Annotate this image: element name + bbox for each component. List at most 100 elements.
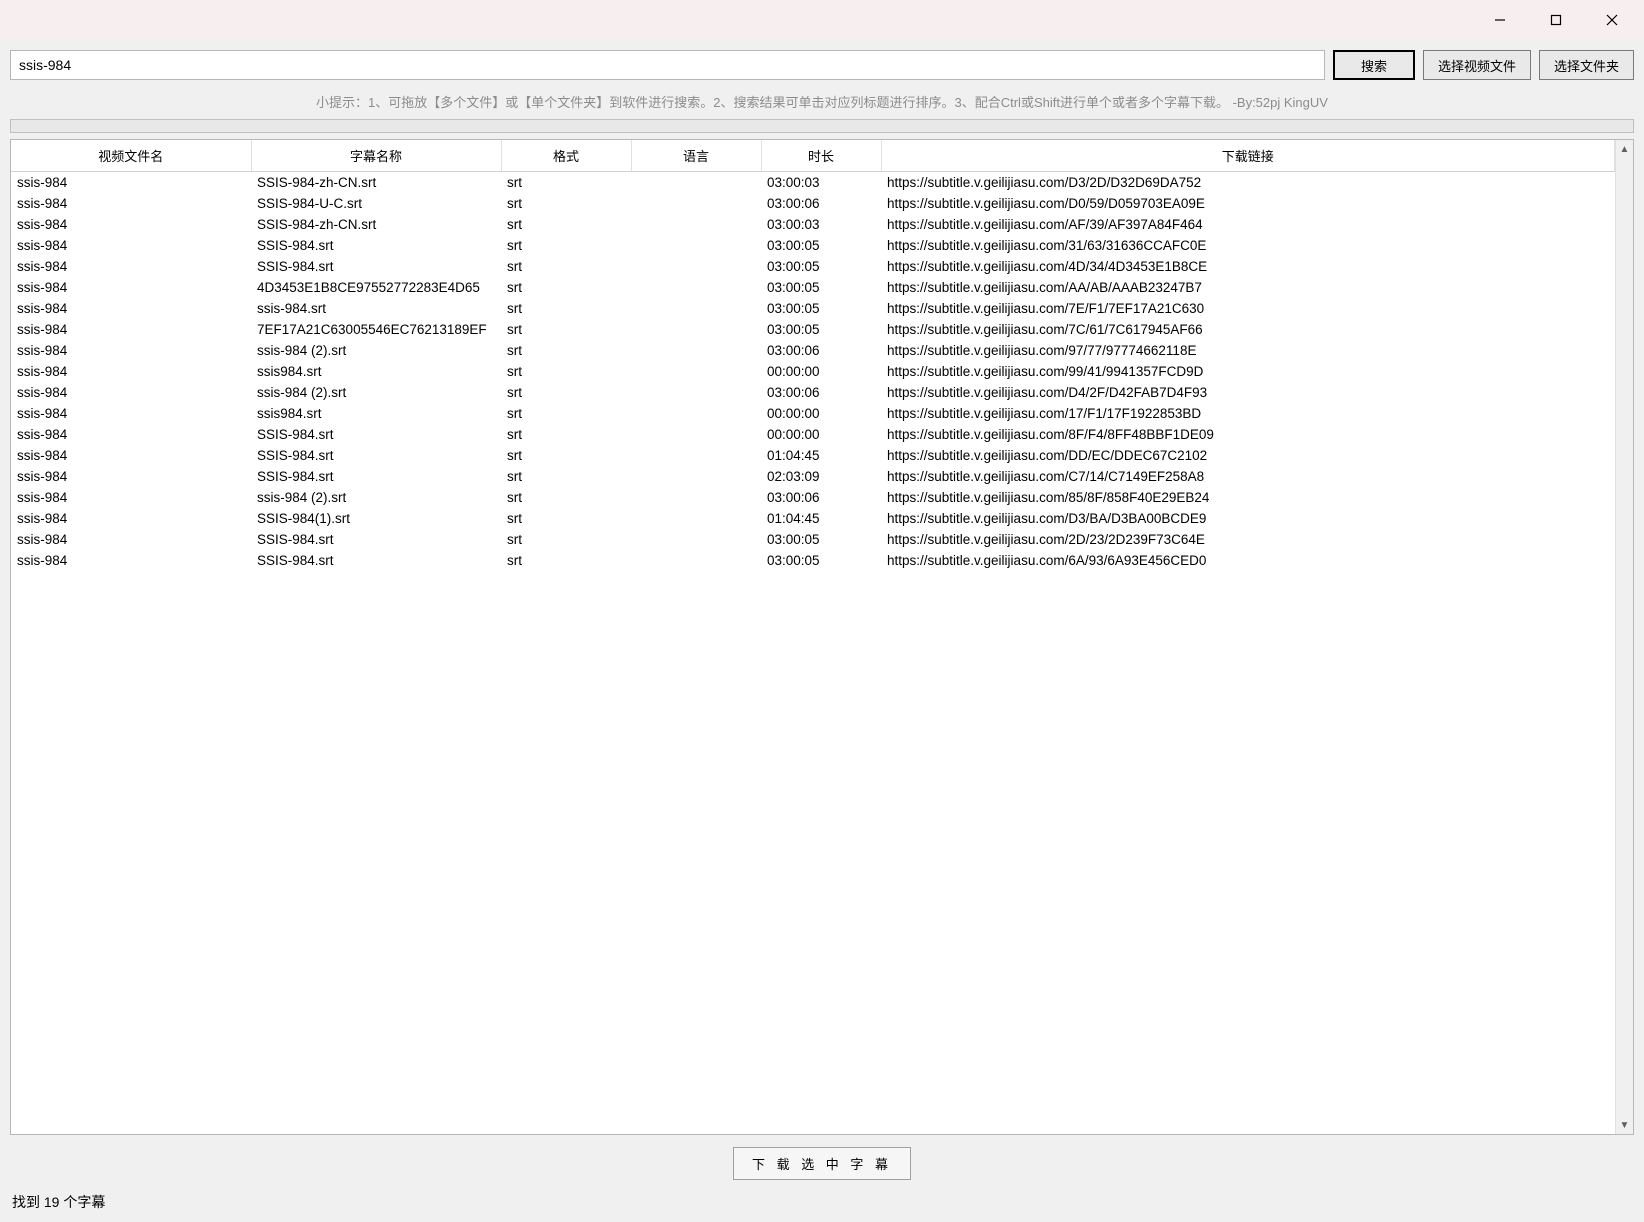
cell-link: https://subtitle.v.geilijiasu.com/6A/93/… [881,550,1615,571]
table-row[interactable]: ssis-984ssis-984.srtsrt03:00:05https://s… [11,298,1615,319]
titlebar [0,0,1644,40]
search-input[interactable] [10,50,1325,80]
header-row: 视频文件名 字幕名称 格式 语言 时长 下载链接 [11,140,1615,172]
cell-duration: 01:04:45 [761,445,881,466]
table-row[interactable]: ssis-984ssis-984 (2).srtsrt03:00:06https… [11,487,1615,508]
cell-format: srt [501,340,631,361]
vertical-scrollbar[interactable]: ▲ ▼ [1615,140,1633,1134]
table-row[interactable]: ssis-984SSIS-984.srtsrt02:03:09https://s… [11,466,1615,487]
cell-link: https://subtitle.v.geilijiasu.com/17/F1/… [881,403,1615,424]
cell-language [631,193,761,214]
cell-duration: 03:00:06 [761,487,881,508]
table-row[interactable]: ssis-984ssis-984 (2).srtsrt03:00:06https… [11,382,1615,403]
cell-duration: 00:00:00 [761,361,881,382]
table-row[interactable]: ssis-984SSIS-984.srtsrt00:00:00https://s… [11,424,1615,445]
cell-subtitle: SSIS-984.srt [251,256,501,277]
cell-link: https://subtitle.v.geilijiasu.com/2D/23/… [881,529,1615,550]
download-selected-button[interactable]: 下 载 选 中 字 幕 [733,1147,911,1180]
cell-subtitle: SSIS-984-U-C.srt [251,193,501,214]
cell-link: https://subtitle.v.geilijiasu.com/C7/14/… [881,466,1615,487]
cell-link: https://subtitle.v.geilijiasu.com/97/77/… [881,340,1615,361]
cell-link: https://subtitle.v.geilijiasu.com/85/8F/… [881,487,1615,508]
cell-language [631,235,761,256]
table-row[interactable]: ssis-984ssis984.srtsrt00:00:00https://su… [11,361,1615,382]
col-link[interactable]: 下载链接 [881,140,1615,172]
cell-duration: 03:00:06 [761,193,881,214]
col-video[interactable]: 视频文件名 [11,140,251,172]
cell-language [631,361,761,382]
search-button[interactable]: 搜索 [1333,50,1415,80]
table-row[interactable]: ssis-984SSIS-984.srtsrt03:00:05https://s… [11,550,1615,571]
cell-format: srt [501,550,631,571]
cell-duration: 00:00:00 [761,403,881,424]
cell-format: srt [501,445,631,466]
select-folder-button[interactable]: 选择文件夹 [1539,50,1634,80]
cell-subtitle: SSIS-984.srt [251,466,501,487]
scroll-down-icon[interactable]: ▼ [1616,1116,1634,1134]
cell-language [631,214,761,235]
cell-format: srt [501,193,631,214]
cell-language [631,550,761,571]
cell-format: srt [501,298,631,319]
table-row[interactable]: ssis-984ssis984.srtsrt00:00:00https://su… [11,403,1615,424]
cell-language [631,487,761,508]
cell-duration: 03:00:03 [761,172,881,194]
maximize-icon [1550,14,1562,26]
cell-video: ssis-984 [11,235,251,256]
cell-format: srt [501,466,631,487]
cell-link: https://subtitle.v.geilijiasu.com/8F/F4/… [881,424,1615,445]
cell-language [631,466,761,487]
minimize-button[interactable] [1472,2,1528,38]
table-row[interactable]: ssis-984SSIS-984(1).srtsrt01:04:45https:… [11,508,1615,529]
cell-format: srt [501,403,631,424]
table-row[interactable]: ssis-984SSIS-984.srtsrt03:00:05https://s… [11,235,1615,256]
cell-subtitle: 4D3453E1B8CE97552772283E4D65 [251,277,501,298]
table-row[interactable]: ssis-984SSIS-984.srtsrt03:00:05https://s… [11,529,1615,550]
cell-language [631,319,761,340]
col-duration[interactable]: 时长 [761,140,881,172]
cell-link: https://subtitle.v.geilijiasu.com/AF/39/… [881,214,1615,235]
cell-duration: 03:00:05 [761,277,881,298]
cell-subtitle: ssis-984 (2).srt [251,487,501,508]
cell-subtitle: SSIS-984-zh-CN.srt [251,172,501,194]
cell-subtitle: 7EF17A21C63005546EC76213189EF [251,319,501,340]
cell-video: ssis-984 [11,277,251,298]
app-window: 搜索 选择视频文件 选择文件夹 小提示：1、可拖放【多个文件】或【单个文件夹】到… [0,0,1644,1222]
col-language[interactable]: 语言 [631,140,761,172]
cell-format: srt [501,277,631,298]
minimize-icon [1494,14,1506,26]
table-row[interactable]: ssis-9847EF17A21C63005546EC76213189EFsrt… [11,319,1615,340]
cell-link: https://subtitle.v.geilijiasu.com/DD/EC/… [881,445,1615,466]
cell-language [631,277,761,298]
toolbar: 搜索 选择视频文件 选择文件夹 [0,40,1644,86]
table-row[interactable]: ssis-9844D3453E1B8CE97552772283E4D65srt 0… [11,277,1615,298]
cell-subtitle: ssis984.srt [251,361,501,382]
col-format[interactable]: 格式 [501,140,631,172]
table-row[interactable]: ssis-984SSIS-984.srtsrt01:04:45https://s… [11,445,1615,466]
table-row[interactable]: ssis-984SSIS-984.srtsrt03:00:05https://s… [11,256,1615,277]
table-row[interactable]: ssis-984SSIS-984-zh-CN.srtsrt03:00:03htt… [11,214,1615,235]
select-video-button[interactable]: 选择视频文件 [1423,50,1531,80]
col-subtitle[interactable]: 字幕名称 [251,140,501,172]
scroll-up-icon[interactable]: ▲ [1616,140,1634,158]
table-row[interactable]: ssis-984ssis-984 (2).srtsrt03:00:06https… [11,340,1615,361]
cell-video: ssis-984 [11,340,251,361]
cell-link: https://subtitle.v.geilijiasu.com/7C/61/… [881,319,1615,340]
table-body: ssis-984SSIS-984-zh-CN.srtsrt03:00:03htt… [11,172,1615,572]
maximize-button[interactable] [1528,2,1584,38]
cell-duration: 03:00:03 [761,214,881,235]
close-button[interactable] [1584,2,1640,38]
table-row[interactable]: ssis-984SSIS-984-U-C.srtsrt03:00:06https… [11,193,1615,214]
cell-video: ssis-984 [11,403,251,424]
cell-subtitle: SSIS-984.srt [251,424,501,445]
cell-video: ssis-984 [11,298,251,319]
cell-format: srt [501,172,631,194]
cell-video: ssis-984 [11,424,251,445]
cell-link: https://subtitle.v.geilijiasu.com/D3/BA/… [881,508,1615,529]
cell-format: srt [501,256,631,277]
cell-link: https://subtitle.v.geilijiasu.com/D0/59/… [881,193,1615,214]
table-row[interactable]: ssis-984SSIS-984-zh-CN.srtsrt03:00:03htt… [11,172,1615,194]
results-scroll[interactable]: 视频文件名 字幕名称 格式 语言 时长 下载链接 ssis-984SSIS-98… [11,140,1615,1134]
cell-link: https://subtitle.v.geilijiasu.com/99/41/… [881,361,1615,382]
cell-language [631,424,761,445]
